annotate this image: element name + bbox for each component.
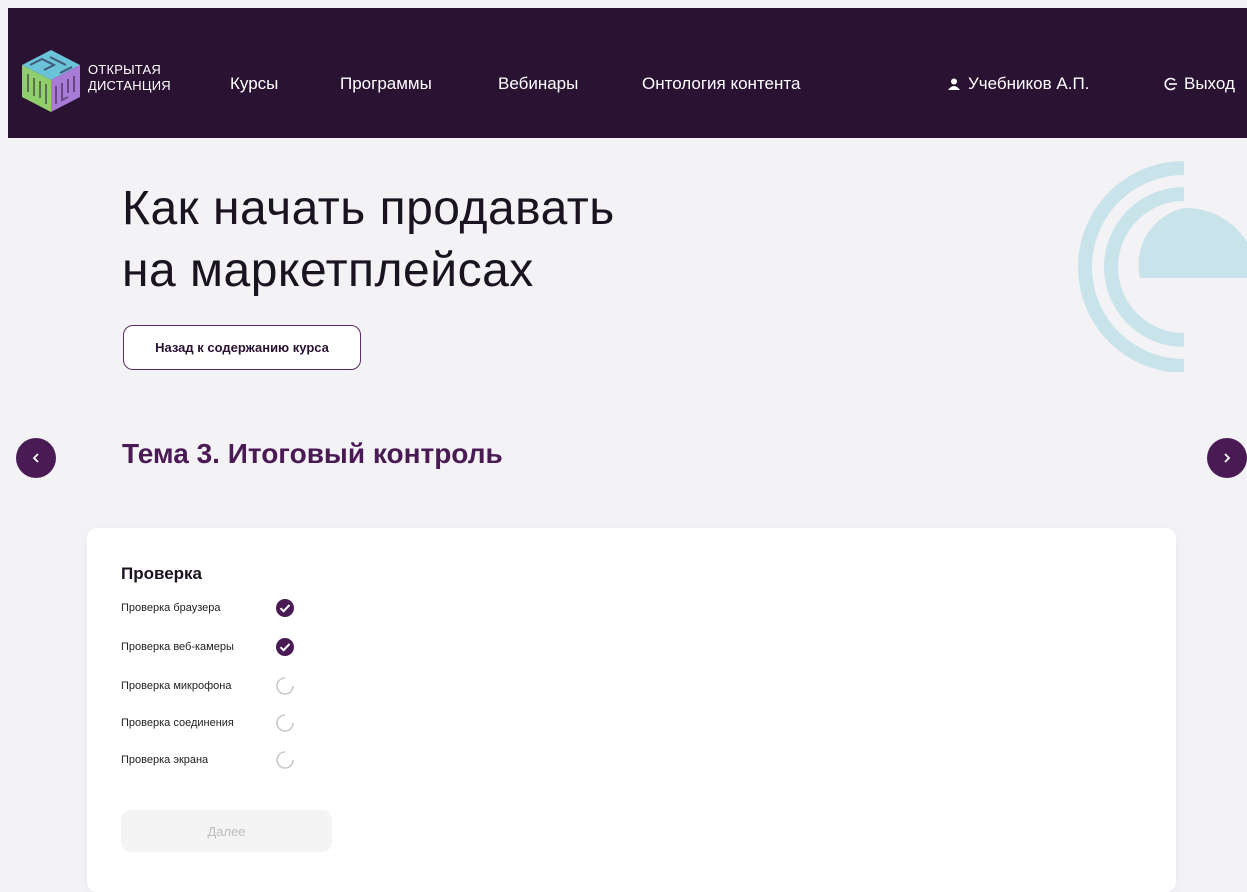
spinner-icon bbox=[276, 677, 294, 695]
nav-item-content-ontology[interactable]: Онтология контента bbox=[642, 74, 800, 94]
page-title-line1: Как начать продавать bbox=[122, 182, 615, 235]
check-item-browser: Проверка браузера bbox=[121, 598, 421, 618]
prev-topic-button[interactable] bbox=[16, 438, 56, 478]
logo-text: ОТКРЫТАЯ ДИСТАНЦИЯ bbox=[88, 62, 171, 94]
back-to-course-button[interactable]: Назад к содержанию курса bbox=[123, 325, 361, 370]
check-circle-icon bbox=[276, 638, 294, 656]
check-item-label: Проверка веб-камеры bbox=[121, 641, 234, 653]
logout-icon bbox=[1164, 77, 1177, 91]
nav-item-webinars[interactable]: Вебинары bbox=[498, 74, 578, 94]
page-title-line2: на маркетплейсах bbox=[122, 244, 534, 297]
next-button[interactable]: Далее bbox=[121, 810, 332, 852]
check-item-label: Проверка соединения bbox=[121, 717, 234, 729]
nav-item-courses[interactable]: Курсы bbox=[230, 74, 278, 94]
user-name: Учебников А.П. bbox=[968, 74, 1090, 93]
logo-icon[interactable] bbox=[20, 48, 82, 114]
check-item-microphone: Проверка микрофона bbox=[121, 676, 421, 696]
logo-line2: ДИСТАНЦИЯ bbox=[88, 78, 171, 93]
chevron-right-icon bbox=[1224, 453, 1231, 463]
check-item-webcam: Проверка веб-камеры bbox=[121, 637, 421, 657]
decorative-rings-graphic bbox=[1078, 161, 1247, 372]
check-circle-icon bbox=[276, 599, 294, 617]
page-title: Как начать продавать на маркетплейсах bbox=[122, 178, 822, 302]
user-menu[interactable]: Учебников А.П. bbox=[948, 74, 1089, 94]
topic-title: Тема 3. Итоговый контроль bbox=[122, 438, 503, 469]
chevron-left-icon bbox=[32, 453, 39, 463]
check-item-screen: Проверка экрана bbox=[121, 750, 421, 770]
user-icon bbox=[948, 78, 960, 90]
top-navbar: ОТКРЫТАЯ ДИСТАНЦИЯ Курсы Программы Вебин… bbox=[8, 8, 1247, 138]
spinner-icon bbox=[276, 751, 294, 769]
check-item-label: Проверка браузера bbox=[121, 602, 221, 614]
logo-line1: ОТКРЫТАЯ bbox=[88, 62, 161, 77]
nav-item-programs[interactable]: Программы bbox=[340, 74, 432, 94]
check-item-connection: Проверка соединения bbox=[121, 713, 421, 733]
check-title: Проверка bbox=[121, 564, 203, 583]
logout-button[interactable]: Выход bbox=[1164, 74, 1235, 94]
check-item-label: Проверка микрофона bbox=[121, 680, 232, 692]
spinner-icon bbox=[276, 714, 294, 732]
next-topic-button[interactable] bbox=[1207, 438, 1247, 478]
system-check-card: Проверка Проверка браузера Проверка веб-… bbox=[87, 528, 1176, 892]
logout-label: Выход bbox=[1184, 74, 1235, 93]
check-item-label: Проверка экрана bbox=[121, 754, 209, 766]
